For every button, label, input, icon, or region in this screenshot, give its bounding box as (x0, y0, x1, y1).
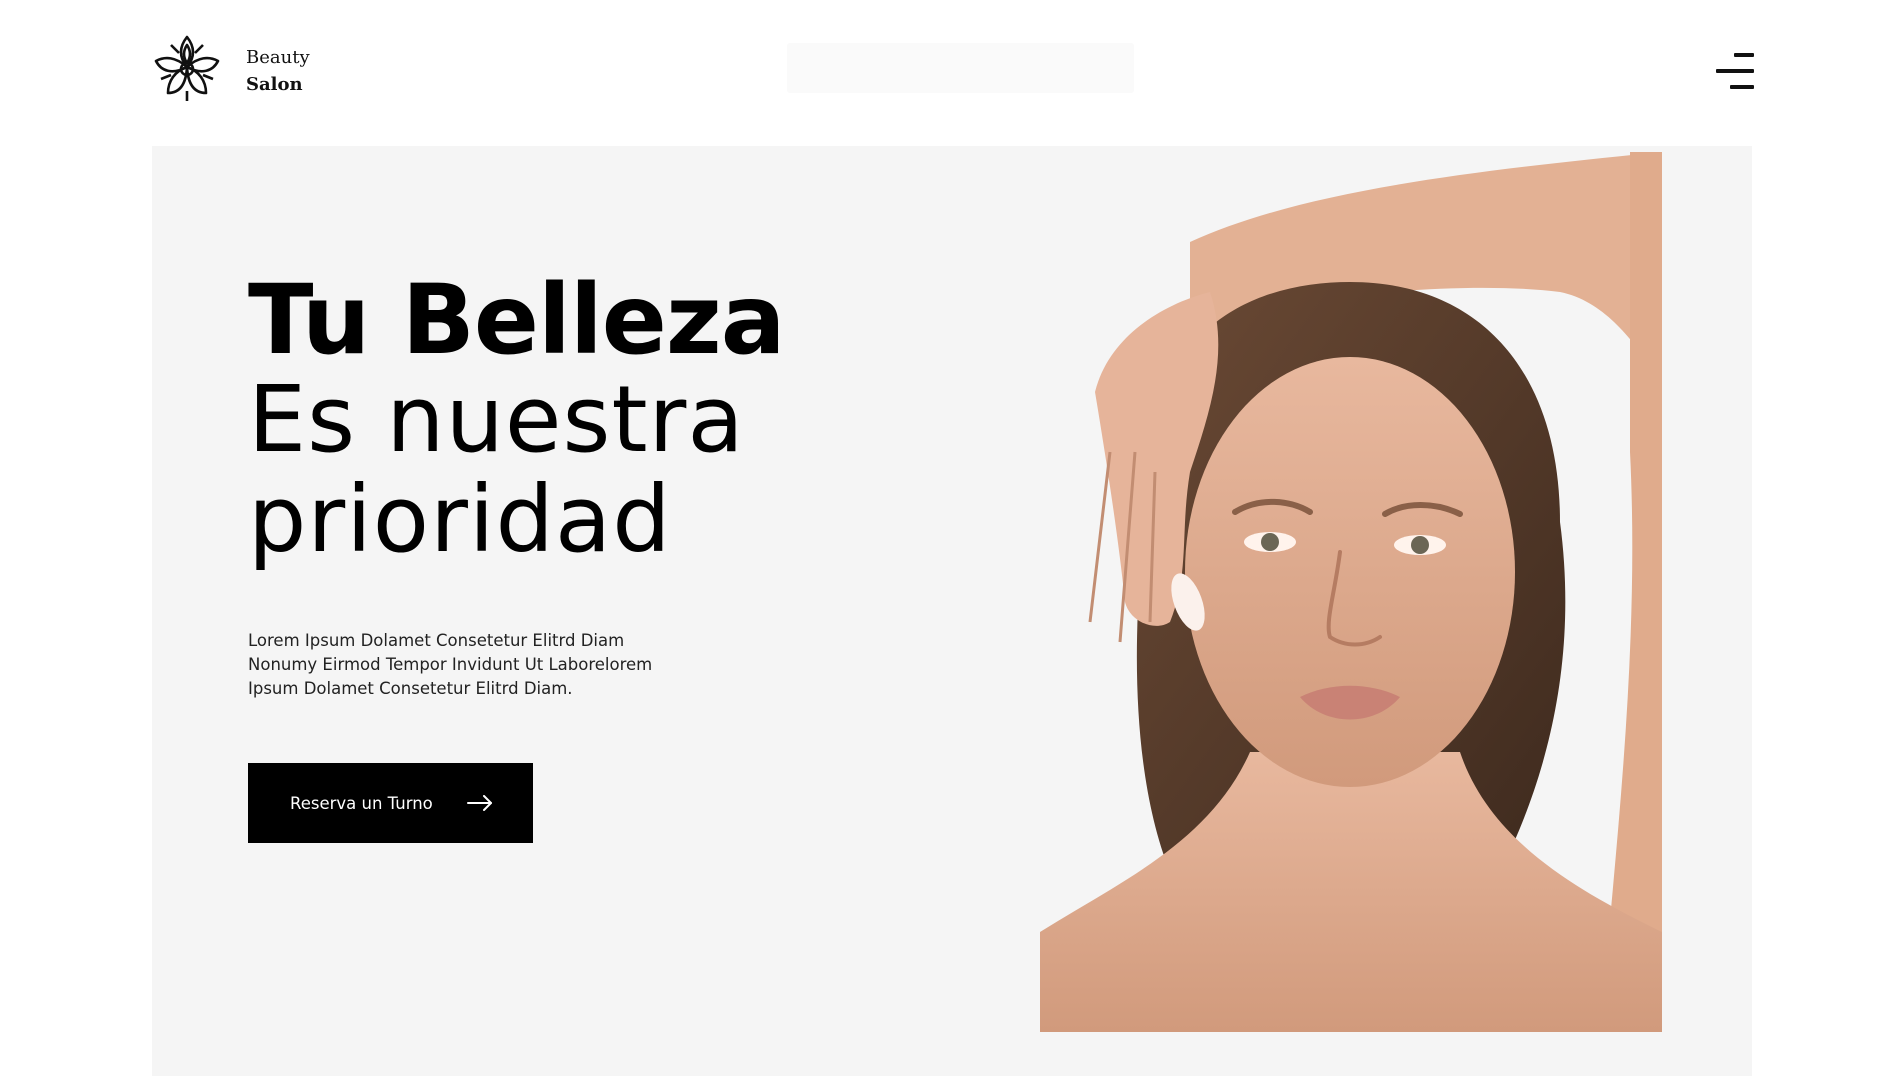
logo-icon[interactable] (151, 33, 223, 105)
header-center-placeholder (787, 43, 1134, 93)
book-appointment-label: Reserva un Turno (290, 793, 433, 813)
hero-title-line-3: prioridad (248, 466, 672, 573)
brand-name[interactable]: Beauty Salon (246, 44, 310, 98)
hero-description: Lorem Ipsum Dolamet Consetetur Elitrd Di… (248, 631, 653, 698)
hamburger-menu-icon-line (1730, 85, 1754, 89)
model-photo-illustration (1040, 152, 1662, 1032)
brand-line-1: Beauty (246, 47, 310, 68)
hamburger-menu-icon-line (1716, 69, 1754, 73)
hero-title-line-2: Es nuestra (248, 366, 745, 473)
hero-title-bold: Tu Belleza (248, 264, 786, 376)
hero-title: Tu Belleza Es nuestra prioridad (248, 264, 786, 573)
arrow-right-icon (466, 795, 492, 811)
menu-button[interactable] (1716, 53, 1754, 93)
brand-line-2: Salon (246, 74, 303, 95)
book-appointment-button[interactable]: Reserva un Turno (248, 763, 533, 843)
site-header: Beauty Salon (0, 0, 1904, 145)
hero-section: Tu Belleza Es nuestra prioridad Lorem Ip… (152, 146, 1752, 1076)
hamburger-menu-icon (1734, 53, 1754, 57)
model-photo (1040, 152, 1662, 1032)
